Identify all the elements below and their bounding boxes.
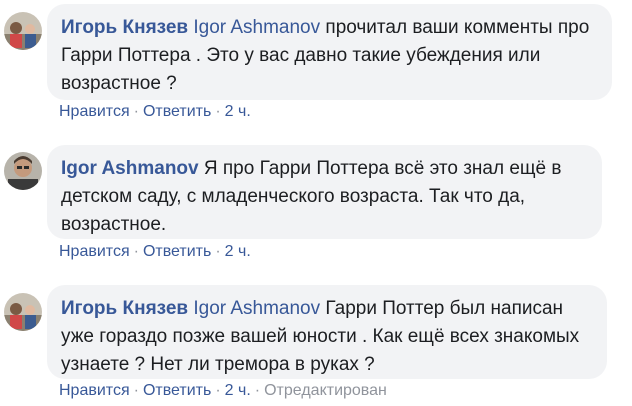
- comment-mention[interactable]: Igor Ashmanov: [193, 298, 320, 319]
- comment-author[interactable]: Игорь Князев: [61, 298, 188, 319]
- comment-bubble: Igor Ashmanov Я про Гарри Поттера всё эт…: [47, 145, 602, 239]
- like-link[interactable]: Нравится: [59, 382, 130, 399]
- comment-actions: Нравится · Ответить · 2 ч.: [59, 243, 251, 260]
- timestamp[interactable]: 2 ч.: [225, 243, 251, 260]
- comment-actions: Нравится · Ответить · 2 ч.: [59, 103, 251, 120]
- comment-bubble: Игорь Князев Igor Ashmanov Гарри Поттер …: [47, 285, 607, 379]
- timestamp[interactable]: 2 ч.: [225, 103, 251, 120]
- reply-link[interactable]: Ответить: [143, 243, 211, 260]
- avatar[interactable]: [4, 293, 42, 331]
- like-link[interactable]: Нравится: [59, 243, 130, 260]
- reply-link[interactable]: Ответить: [143, 382, 211, 399]
- reply-link[interactable]: Ответить: [143, 103, 211, 120]
- comment-mention[interactable]: Igor Ashmanov: [193, 17, 320, 38]
- comment-actions: Нравится · Ответить · 2 ч. · Отредактирован: [59, 382, 387, 399]
- comment-bubble: Игорь Князев Igor Ashmanov прочитал ваши…: [47, 4, 612, 100]
- edited-label[interactable]: Отредактирован: [264, 382, 387, 399]
- like-link[interactable]: Нравится: [59, 103, 130, 120]
- comment-author[interactable]: Igor Ashmanov: [61, 158, 199, 179]
- avatar[interactable]: [4, 12, 42, 50]
- avatar[interactable]: [4, 152, 42, 190]
- timestamp[interactable]: 2 ч.: [225, 382, 251, 399]
- comment-author[interactable]: Игорь Князев: [61, 17, 188, 38]
